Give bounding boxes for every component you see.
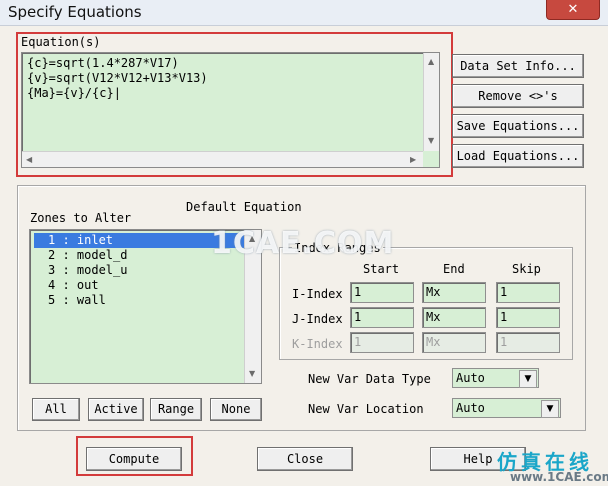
window-title: Specify Equations — [8, 3, 142, 21]
new-var-data-type-label: New Var Data Type — [308, 372, 431, 386]
equations-vertical-scrollbar[interactable]: ▲ ▼ — [423, 53, 439, 151]
zone-item-5[interactable]: 5 : wall — [34, 293, 254, 308]
zone-item-3[interactable]: 3 : model_u — [34, 263, 254, 278]
zones-all-button[interactable]: All — [32, 398, 80, 421]
scroll-up-icon[interactable]: ▲ — [428, 57, 434, 66]
new-var-location-value: Auto — [456, 401, 485, 415]
zones-to-alter-label: Zones to Alter — [30, 211, 132, 225]
k-index-label: K-Index — [292, 337, 343, 351]
new-var-location-select[interactable]: Auto ▼ — [452, 398, 561, 418]
zones-active-button[interactable]: Active — [88, 398, 144, 421]
watermark-logo-url: www.1CAE.com — [510, 470, 608, 484]
new-var-data-type-select[interactable]: Auto ▼ — [452, 368, 539, 388]
start-header: Start — [363, 262, 400, 276]
equation-line-2: {v}=sqrt(V12*V12+V13*V13) — [27, 71, 208, 85]
remove-brackets-button[interactable]: Remove <>'s — [452, 84, 584, 108]
equation-line-3: {Ma}={v}/{c}| — [27, 86, 121, 100]
zones-scroll-down-icon[interactable]: ▼ — [249, 369, 255, 378]
k-index-end-input: Mx — [422, 332, 486, 353]
zones-none-button[interactable]: None — [210, 398, 262, 421]
save-equations-button[interactable]: Save Equations... — [452, 114, 584, 138]
scroll-left-icon[interactable]: ◀ — [26, 155, 32, 164]
watermark-center: 1CAE.COM — [211, 226, 395, 261]
new-var-data-type-value: Auto — [456, 371, 485, 385]
new-var-location-label: New Var Location — [308, 402, 424, 416]
equations-textarea[interactable]: {c}=sqrt(1.4*287*V17) {v}=sqrt(V12*V12+V… — [21, 52, 440, 168]
i-index-skip-input[interactable]: 1 — [496, 282, 560, 303]
default-equation-title: Default Equation — [186, 200, 302, 214]
close-window-button[interactable]: ✕ — [546, 0, 600, 20]
k-index-skip-input: 1 — [496, 332, 560, 353]
k-index-start-input: 1 — [350, 332, 414, 353]
chevron-down-icon[interactable]: ▼ — [519, 370, 537, 388]
i-index-end-input[interactable]: Mx — [422, 282, 486, 303]
data-set-info-button[interactable]: Data Set Info... — [452, 54, 584, 78]
zones-range-button[interactable]: Range — [150, 398, 202, 421]
zone-item-4[interactable]: 4 : out — [34, 278, 254, 293]
end-header: End — [443, 262, 465, 276]
scroll-down-icon[interactable]: ▼ — [428, 136, 434, 145]
close-button[interactable]: Close — [257, 447, 353, 471]
chevron-down-icon[interactable]: ▼ — [541, 400, 559, 418]
j-index-end-input[interactable]: Mx — [422, 307, 486, 328]
equations-label: Equation(s) — [21, 35, 101, 49]
scroll-right-icon[interactable]: ▶ — [410, 155, 416, 164]
i-index-label: I-Index — [292, 287, 343, 301]
skip-header: Skip — [512, 262, 541, 276]
j-index-start-input[interactable]: 1 — [350, 307, 414, 328]
compute-button[interactable]: Compute — [86, 447, 182, 471]
i-index-start-input[interactable]: 1 — [350, 282, 414, 303]
equations-horizontal-scrollbar[interactable]: ◀ ▶ — [22, 151, 423, 167]
equation-line-1: {c}=sqrt(1.4*287*V17) — [27, 56, 179, 70]
j-index-label: J-Index — [292, 312, 343, 326]
load-equations-button[interactable]: Load Equations... — [452, 144, 584, 168]
j-index-skip-input[interactable]: 1 — [496, 307, 560, 328]
